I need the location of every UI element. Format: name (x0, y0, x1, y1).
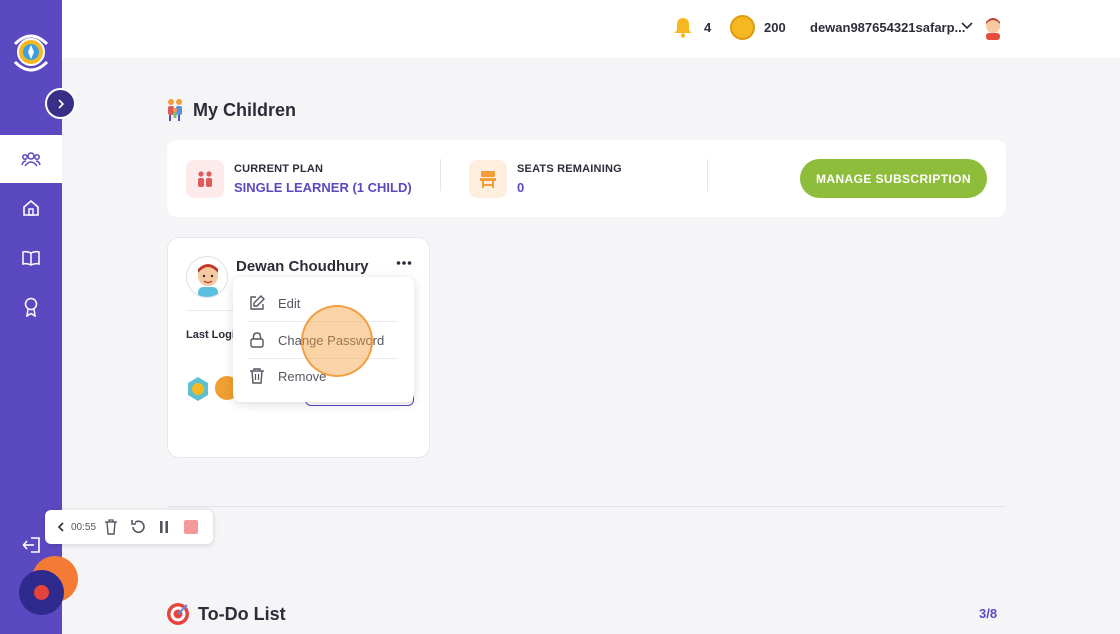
seats-icon-box (469, 160, 507, 198)
child-name: Dewan Choudhury (236, 258, 369, 275)
sidebar-item-home[interactable] (0, 184, 62, 232)
desk-icon (480, 171, 496, 188)
sidebar-item-children[interactable] (0, 135, 62, 183)
more-options-icon[interactable] (396, 260, 412, 266)
lock-icon (250, 332, 264, 348)
current-plan-value: SINGLE LEARNER (1 CHILD) (234, 180, 412, 195)
screen-recorder-bar: 00:55 (45, 510, 213, 544)
bell-icon[interactable] (673, 16, 693, 38)
journey-logo[interactable] (9, 30, 53, 78)
section-divider (167, 506, 1006, 507)
avatar[interactable] (982, 16, 1004, 40)
child-avatar[interactable] (186, 256, 228, 298)
manage-subscription-button[interactable]: MANAGE SUBSCRIPTION (800, 159, 987, 198)
sidebar-expand-button[interactable] (45, 88, 76, 119)
subscription-card: CURRENT PLAN SINGLE LEARNER (1 CHILD) SE… (167, 140, 1006, 217)
seats-remaining-label: SEATS REMAINING (517, 163, 622, 175)
badge-icon (188, 377, 208, 401)
target-icon (167, 603, 189, 625)
divider (440, 159, 441, 191)
trash-icon[interactable] (104, 519, 118, 535)
sidebar-item-library[interactable] (0, 234, 62, 282)
page-title: My Children (193, 99, 297, 120)
click-indicator (301, 305, 373, 377)
seats-remaining-value: 0 (517, 180, 525, 195)
notification-count: 4 (704, 20, 712, 35)
restart-icon[interactable] (130, 519, 146, 535)
logout-button[interactable] (22, 536, 42, 559)
boy-avatar-icon (198, 264, 218, 297)
learners-icon (198, 171, 212, 187)
family-icon (168, 99, 182, 121)
sidebar-item-achievements[interactable] (0, 283, 62, 331)
coin-count: 200 (764, 20, 786, 35)
page-header: My Children (165, 98, 296, 122)
current-plan-label: CURRENT PLAN (234, 163, 324, 175)
chevron-left-icon[interactable] (57, 522, 65, 532)
chevron-right-icon (57, 98, 64, 109)
record-dot-icon (34, 585, 49, 600)
users-icon (21, 152, 41, 167)
recording-time: 00:55 (71, 521, 97, 533)
chevron-down-icon[interactable] (961, 22, 973, 30)
logout-icon (22, 537, 40, 553)
todo-title: To-Do List (198, 603, 286, 624)
trash-icon (250, 368, 264, 384)
divider (707, 159, 708, 191)
username-menu[interactable]: dewan987654321safarp... (810, 20, 965, 35)
edit-icon (250, 295, 265, 310)
record-button[interactable] (19, 570, 64, 615)
home-icon (23, 199, 39, 216)
pause-icon[interactable] (158, 520, 170, 534)
stop-recording-button[interactable] (184, 520, 199, 534)
coin-icon (730, 15, 755, 40)
menu-item-label: Edit (278, 295, 301, 311)
plan-icon (186, 160, 224, 198)
award-icon (24, 297, 38, 317)
todo-progress-count: 3/8 (979, 606, 998, 621)
book-icon (22, 250, 40, 266)
todo-header: To-Do List (166, 602, 286, 626)
